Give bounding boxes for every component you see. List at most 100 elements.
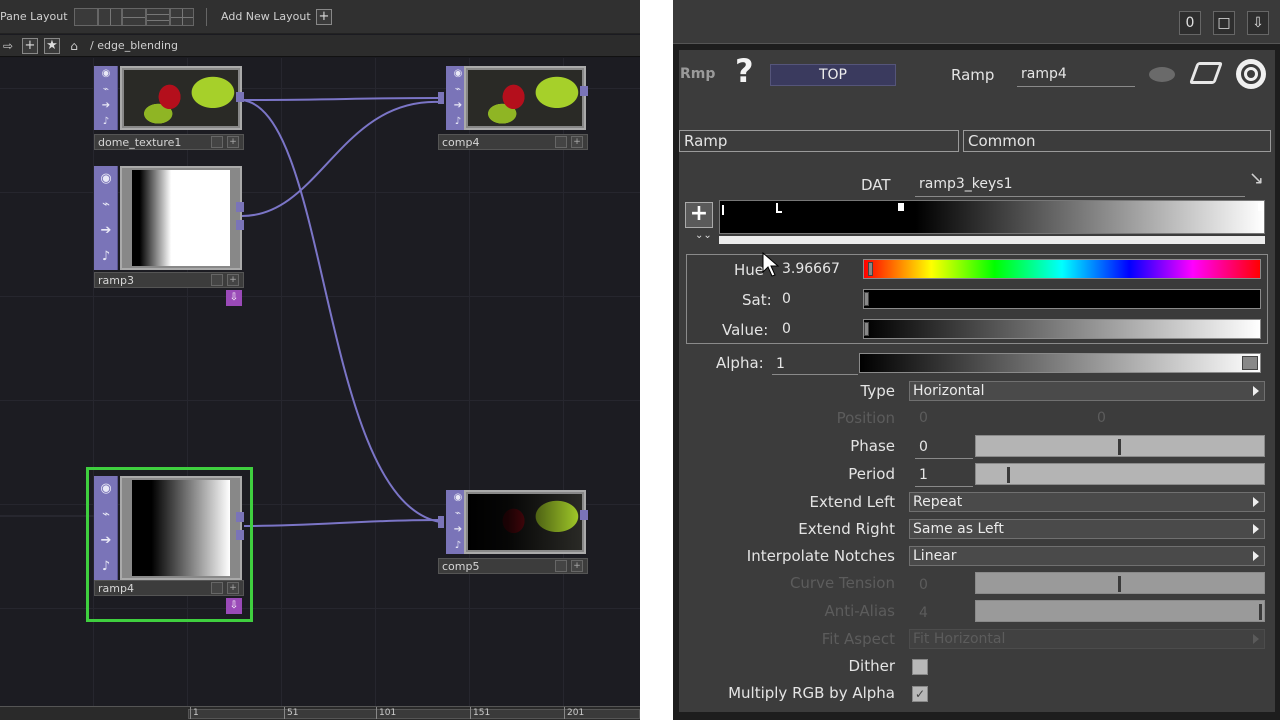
cook-icon[interactable]: ⌁	[94, 192, 118, 218]
viewer-icon[interactable]: ◉	[94, 166, 118, 192]
node-name-bar[interactable]: dome_texture1 +	[94, 134, 244, 150]
dat-link-arrow-icon[interactable]: ↘	[1249, 168, 1264, 189]
node-option-button[interactable]	[211, 136, 223, 148]
period-slider[interactable]	[975, 463, 1265, 485]
hue-slider[interactable]	[863, 259, 1261, 279]
extend-left-menu[interactable]: Repeat	[909, 492, 1265, 512]
node-dome-texture1[interactable]: ◉ ⌁ ➔ ♪ dome_texture1 +	[94, 66, 244, 150]
curve-tension-slider[interactable]	[975, 572, 1265, 594]
dock-down-button[interactable]: ⇩	[1247, 11, 1269, 35]
period-field[interactable]: 1	[919, 467, 928, 483]
network-editor[interactable]: Pane Layout Add New Layout + ⇨ + ★ ⌂ / e…	[0, 0, 640, 720]
anti-alias-slider-knob[interactable]	[1259, 604, 1262, 620]
comment-icon[interactable]	[1149, 67, 1175, 82]
output-connector[interactable]	[236, 202, 244, 212]
tab-common[interactable]: Common	[963, 130, 1271, 152]
phase-field[interactable]: 0	[919, 439, 928, 455]
viewer-icon[interactable]: ◉	[94, 66, 118, 82]
curve-tension-slider-knob[interactable]	[1118, 576, 1121, 592]
sat-slider-knob[interactable]	[864, 292, 869, 306]
pane-zero-button[interactable]: 0	[1179, 11, 1201, 35]
dither-checkbox[interactable]	[912, 659, 928, 675]
help-icon[interactable]: ?	[735, 52, 754, 90]
node-name-bar[interactable]: ramp3 +	[94, 272, 244, 288]
lock-icon[interactable]: ♪	[94, 244, 118, 270]
node-option-button[interactable]	[211, 582, 223, 594]
node-comp4[interactable]: ◉ ⌁ ➔ ♪ comp4 +	[438, 66, 588, 150]
export-icon[interactable]: ➔	[94, 528, 118, 554]
alpha-slider-knob[interactable]	[1242, 356, 1258, 370]
position-y-field[interactable]: 0	[1097, 410, 1106, 426]
maximize-button[interactable]: □	[1213, 11, 1235, 35]
period-slider-knob[interactable]	[1007, 467, 1010, 483]
sat-field[interactable]: 0	[782, 291, 791, 307]
multiply-rgb-checkbox[interactable]: ✓	[912, 686, 928, 702]
node-flag-strip[interactable]: ◉ ⌁ ➔ ♪	[94, 66, 118, 130]
node-expand-button[interactable]: +	[227, 582, 239, 594]
ramp-key-handle[interactable]	[776, 203, 782, 213]
node-flag-strip[interactable]: ◉ ⌁ ➔ ♪	[94, 476, 118, 580]
cook-icon[interactable]: ⌁	[94, 502, 118, 528]
alpha-slider[interactable]	[859, 353, 1261, 373]
hue-slider-knob[interactable]	[868, 262, 873, 276]
output-connector-2[interactable]	[236, 220, 244, 230]
type-menu[interactable]: Horizontal	[909, 381, 1265, 401]
clone-icon[interactable]	[1188, 62, 1224, 84]
interpolate-menu[interactable]: Linear	[909, 546, 1265, 566]
node-ramp4[interactable]: ◉ ⌁ ➔ ♪ ramp4 + ⇩	[94, 476, 244, 616]
ramp-key-handle[interactable]	[722, 205, 724, 215]
export-icon[interactable]: ➔	[94, 98, 118, 114]
tab-ramp[interactable]: Ramp	[679, 130, 959, 152]
node-option-button[interactable]	[211, 274, 223, 286]
node-expand-button[interactable]: +	[571, 560, 583, 572]
output-connector[interactable]	[236, 92, 244, 102]
node-expand-button[interactable]: +	[571, 136, 583, 148]
lock-icon[interactable]: ♪	[94, 114, 118, 130]
ramp-alpha-strip[interactable]	[719, 236, 1265, 244]
curve-tension-field[interactable]: 0	[919, 577, 928, 593]
input-connector[interactable]	[438, 92, 444, 104]
phase-slider-knob[interactable]	[1118, 439, 1121, 455]
ramp-gradient-editor[interactable]	[719, 200, 1265, 234]
op-family-badge[interactable]: TOP	[770, 64, 896, 86]
input-connector[interactable]	[438, 516, 444, 528]
phase-slider[interactable]	[975, 435, 1265, 457]
value-slider-knob[interactable]	[864, 322, 869, 336]
lock-icon[interactable]: ♪	[94, 554, 118, 580]
node-name-bar[interactable]: comp5 +	[438, 558, 588, 574]
viewer-icon[interactable]: ◉	[94, 476, 118, 502]
value-field[interactable]: 0	[782, 321, 791, 337]
extend-right-menu[interactable]: Same as Left	[909, 519, 1265, 539]
node-expand-button[interactable]: +	[227, 274, 239, 286]
dat-dependency-icon[interactable]: ⇩	[226, 290, 242, 306]
output-connector[interactable]	[580, 86, 588, 96]
output-connector[interactable]	[236, 512, 244, 522]
node-name-bar[interactable]: ramp4 +	[94, 580, 244, 596]
dat-field[interactable]: ramp3_keys1	[919, 176, 1012, 192]
ramp-key-handle[interactable]	[898, 203, 904, 211]
hue-field[interactable]: 3.96667	[782, 261, 840, 277]
dat-dependency-icon[interactable]: ⇩	[226, 598, 242, 614]
anti-alias-field[interactable]: 4	[919, 605, 928, 621]
ramp-options-icon[interactable]: ⌄⌄	[695, 230, 712, 241]
node-name-bar[interactable]: comp4 +	[438, 134, 588, 150]
add-key-button[interactable]: +	[685, 202, 713, 228]
fit-aspect-menu[interactable]: Fit Horizontal	[909, 629, 1265, 649]
node-flag-strip[interactable]: ◉ ⌁ ➔ ♪	[94, 166, 118, 270]
alpha-field[interactable]: 1	[776, 356, 785, 372]
position-x-field[interactable]: 0	[919, 410, 928, 426]
output-connector[interactable]	[580, 510, 588, 520]
timeline-ruler[interactable]: 1 51 101 151 201	[0, 706, 640, 720]
target-icon[interactable]	[1236, 59, 1266, 89]
anti-alias-slider[interactable]	[975, 600, 1265, 622]
output-connector-2[interactable]	[236, 530, 244, 540]
node-option-button[interactable]	[555, 136, 567, 148]
ramp-key-handle[interactable]	[1258, 203, 1264, 211]
node-expand-button[interactable]: +	[227, 136, 239, 148]
node-option-button[interactable]	[555, 560, 567, 572]
export-icon[interactable]: ➔	[94, 218, 118, 244]
cook-icon[interactable]: ⌁	[94, 82, 118, 98]
node-comp5[interactable]: ◉ ⌁ ➔ ♪ comp5 +	[438, 490, 588, 574]
op-name-field[interactable]: ramp4	[1021, 66, 1067, 82]
value-slider[interactable]	[863, 319, 1261, 339]
